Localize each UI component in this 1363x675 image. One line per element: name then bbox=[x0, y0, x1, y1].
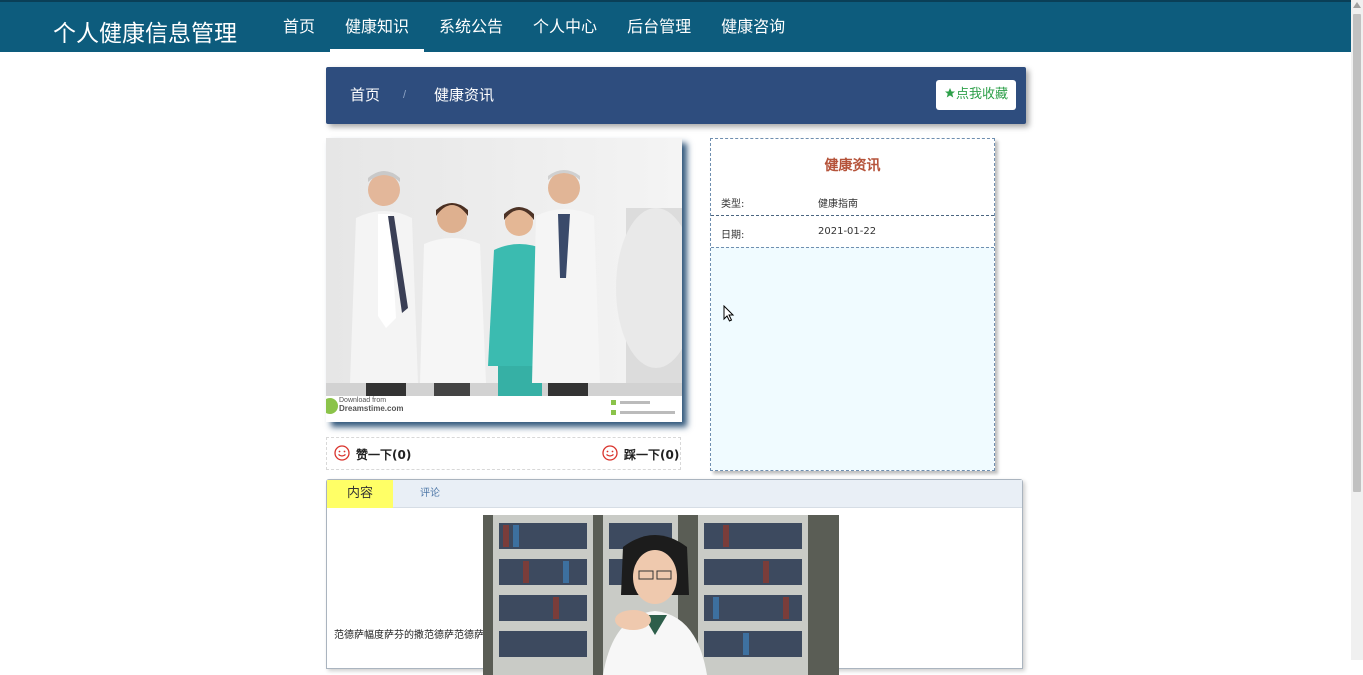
breadcrumb-separator: / bbox=[403, 89, 407, 101]
top-navbar: 个人健康信息管理 首页 健康知识 系统公告 个人中心 后台管理 健康咨询 bbox=[0, 0, 1351, 52]
info-title: 健康资讯 bbox=[824, 158, 881, 174]
dislike-button[interactable]: 踩一下(0) bbox=[624, 446, 679, 463]
content-image bbox=[483, 515, 839, 675]
smile-icon[interactable] bbox=[602, 445, 618, 461]
breadcrumb-current: 健康资讯 bbox=[434, 86, 495, 104]
nav-item-health-knowledge[interactable]: 健康知识 bbox=[330, 2, 425, 52]
page-scrollbar[interactable] bbox=[1351, 0, 1363, 660]
scroll-thumb[interactable] bbox=[1353, 14, 1361, 492]
favorite-button[interactable]: 点我收藏 bbox=[936, 80, 1016, 110]
doctors-group-photo bbox=[326, 138, 682, 422]
nav-item-announcements[interactable]: 系统公告 bbox=[424, 2, 518, 52]
watermark-text: Download from Dreamstime.com bbox=[339, 397, 404, 413]
nav-item-health-consult[interactable]: 健康咨询 bbox=[706, 2, 800, 52]
info-row-date: 日期: 2021-01-22 bbox=[711, 217, 994, 247]
like-button[interactable]: 赞一下(0) bbox=[356, 446, 411, 463]
nav-item-admin[interactable]: 后台管理 bbox=[612, 2, 706, 52]
site-brand[interactable]: 个人健康信息管理 bbox=[53, 14, 237, 48]
info-row-type: 类型: 健康指南 bbox=[711, 186, 994, 216]
tab-content[interactable]: 内容 bbox=[327, 480, 393, 508]
mouse-cursor-icon bbox=[723, 305, 735, 322]
main-nav: 首页 健康知识 系统公告 个人中心 后台管理 健康咨询 bbox=[268, 2, 800, 54]
tab-comments[interactable]: 评论 bbox=[410, 480, 450, 508]
info-value: 2021-01-22 bbox=[818, 226, 877, 237]
favorite-label: 点我收藏 bbox=[955, 87, 1008, 102]
reaction-bar: 赞一下(0) 踩一下(0) bbox=[326, 437, 681, 470]
scroll-up-arrow-icon[interactable] bbox=[1353, 2, 1361, 8]
nav-item-personal-center[interactable]: 个人中心 bbox=[518, 2, 612, 52]
breadcrumb: 首页 / 健康资讯 点我收藏 bbox=[326, 67, 1026, 124]
content-text: 范德萨幅度萨芬的撒范德萨范德萨 bbox=[334, 630, 484, 641]
doctor-photo bbox=[483, 515, 839, 675]
info-panel: 健康资讯 类型: 健康指南 日期: 2021-01-22 bbox=[710, 138, 995, 471]
info-key: 类型: bbox=[721, 199, 745, 210]
content-tabs: 内容 评论 范德萨幅度萨芬的撒范德萨范德萨 bbox=[326, 479, 1023, 675]
star-icon bbox=[944, 88, 955, 98]
info-value: 健康指南 bbox=[818, 199, 858, 210]
info-body bbox=[711, 247, 994, 470]
nav-item-home[interactable]: 首页 bbox=[268, 2, 330, 52]
breadcrumb-home[interactable]: 首页 bbox=[350, 67, 380, 124]
smile-icon[interactable] bbox=[334, 445, 350, 461]
article-image: Download from Dreamstime.com bbox=[326, 138, 682, 422]
tab-header: 内容 评论 bbox=[327, 480, 1022, 508]
info-key: 日期: bbox=[721, 230, 745, 241]
